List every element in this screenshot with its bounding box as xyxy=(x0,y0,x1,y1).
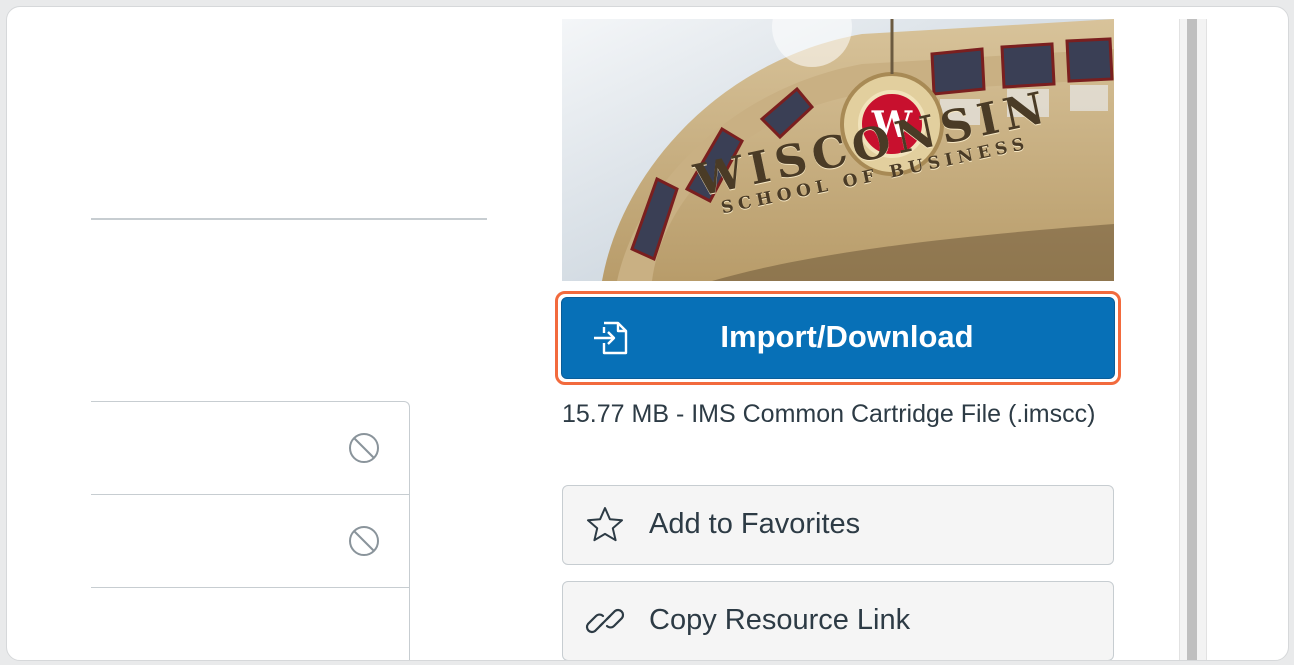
import-download-label: Import/Download xyxy=(720,319,974,354)
star-icon xyxy=(587,507,623,542)
link-icon xyxy=(585,608,625,634)
add-to-favorites-button[interactable]: Add to Favorites xyxy=(562,485,1114,565)
blocked-icon xyxy=(349,526,379,556)
blocked-icon xyxy=(349,433,379,463)
list-item[interactable] xyxy=(91,402,409,495)
resource-thumbnail: W WISCONSIN SCHOOL OF BUSINESS xyxy=(562,19,1114,281)
resource-list xyxy=(91,401,410,660)
add-to-favorites-label: Add to Favorites xyxy=(649,508,861,540)
copy-resource-link-label: Copy Resource Link xyxy=(649,604,911,636)
list-item[interactable] xyxy=(91,588,409,660)
app-window: W WISCONSIN SCHOOL OF BUSINESS Import/Do… xyxy=(6,6,1289,661)
section-divider xyxy=(91,218,487,220)
copy-resource-link-button[interactable]: Copy Resource Link xyxy=(562,581,1114,660)
import-download-button[interactable]: Import/Download xyxy=(561,297,1115,379)
scrollbar-thumb[interactable] xyxy=(1187,19,1197,660)
list-item[interactable] xyxy=(91,495,409,588)
file-size-type: 15.77 MB - IMS Common Cartridge File (.i… xyxy=(562,400,1096,428)
